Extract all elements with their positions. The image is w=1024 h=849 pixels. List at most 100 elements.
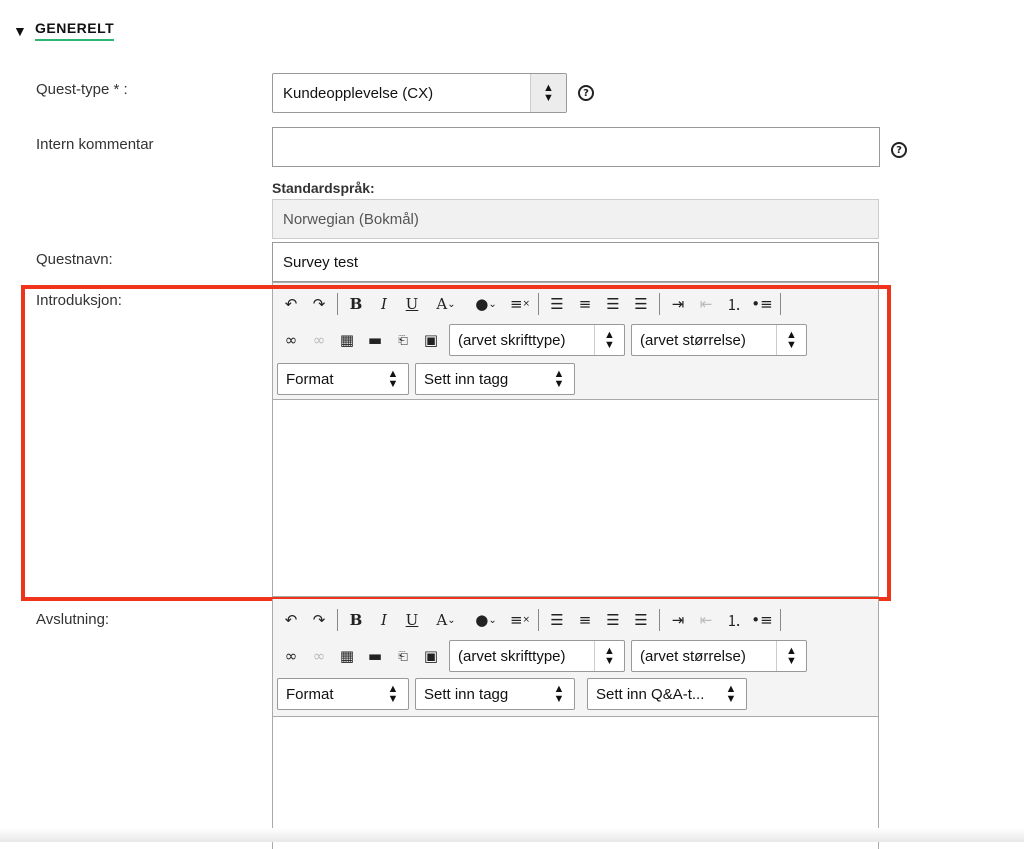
select-arrows-icon: ▲ ▼ [530,74,566,112]
align-left-icon[interactable]: ☰ [543,291,571,317]
select-arrows-icon: ▲ ▼ [776,325,806,355]
toolbar-divider [538,609,539,631]
font-size-value: (arvet størrelse) [640,331,746,349]
toolbar-divider [659,609,660,631]
outdent-icon[interactable]: ⇤ [692,607,720,633]
bullet-list-icon[interactable]: •≡ [748,607,776,633]
numbered-list-icon[interactable]: ⒈ [720,291,748,317]
select-arrows-icon: ▲ ▼ [387,368,399,390]
justify-icon[interactable]: ☰ [627,291,655,317]
numbered-list-icon[interactable]: ⒈ [720,607,748,633]
editor-toolbar-row-1: ↶ ↷ B I U A ⌄ ● ⌄ ≡ × ☰ ≡ ☰ ☰ ⇥ ⇤ ⒈ •≡ [277,605,785,635]
intro-label: Introduksjon: [36,292,122,309]
toolbar-divider [337,609,338,631]
indent-icon[interactable]: ⇥ [664,291,692,317]
clear-format-icon[interactable]: ≡ × [506,291,534,317]
align-left-icon[interactable]: ☰ [543,607,571,633]
help-icon[interactable]: ? [578,85,594,101]
align-right-icon[interactable]: ☰ [599,291,627,317]
unlink-icon[interactable]: ∞ [305,643,333,669]
text-color-icon[interactable]: A ⌄ [426,291,466,317]
link-icon[interactable]: ∞ [277,643,305,669]
editor-toolbar-row-2: ∞ ∞ ▦ ▬ ⎗ ▣ (arvet skrifttype) ▲ ▼ (arvet… [277,639,813,673]
align-center-icon[interactable]: ≡ [571,607,599,633]
table-icon[interactable]: ▦ [333,327,361,353]
undo-icon[interactable]: ↶ [277,291,305,317]
section-header[interactable]: ▼ GENERELT [13,20,115,41]
bg-color-icon[interactable]: ● ⌄ [466,607,506,633]
embed-icon[interactable]: ⎗ [389,643,417,669]
select-arrows-icon: ▲ ▼ [725,683,737,705]
font-family-select[interactable]: (arvet skrifttype) ▲ ▼ [449,640,625,672]
format-select[interactable]: Format ▲ ▼ [277,678,409,710]
bold-icon[interactable]: B [342,607,370,633]
insert-qa-value: Sett inn Q&A-t... [596,685,705,703]
select-arrows-icon: ▲ ▼ [553,368,565,390]
format-value: Format [286,370,334,388]
embed-icon[interactable]: ⎗ [389,327,417,353]
format-select[interactable]: Format ▲ ▼ [277,363,409,395]
bottom-shadow [0,828,1024,842]
intro-editor: ↶ ↷ B I U A ⌄ ● ⌄ ≡ × ☰ ≡ ☰ ☰ ⇥ ⇤ ⒈ •≡ ∞ ∞ … [272,282,879,597]
outdent-icon[interactable]: ⇤ [692,291,720,317]
toolbar-divider [659,293,660,315]
toolbar-divider [538,293,539,315]
image-icon[interactable]: ▣ [417,327,445,353]
redo-icon[interactable]: ↷ [305,607,333,633]
link-icon[interactable]: ∞ [277,327,305,353]
font-family-value: (arvet skrifttype) [458,647,566,665]
quest-type-value: Kundeopplevelse (CX) [283,84,434,102]
section-title[interactable]: GENERELT [35,20,115,41]
select-arrows-icon: ▲ ▼ [594,325,624,355]
clear-format-icon[interactable]: ≡ × [506,607,534,633]
help-icon[interactable]: ? [891,142,907,158]
font-size-select[interactable]: (arvet størrelse) ▲ ▼ [631,324,807,356]
indent-icon[interactable]: ⇥ [664,607,692,633]
italic-icon[interactable]: I [370,607,398,633]
table-icon[interactable]: ▦ [333,643,361,669]
toolbar-divider [780,293,781,315]
font-size-select[interactable]: (arvet størrelse) ▲ ▼ [631,640,807,672]
underline-icon[interactable]: U [398,607,426,633]
select-arrows-icon: ▲ ▼ [387,683,399,705]
internal-comment-input[interactable] [272,127,880,167]
font-family-value: (arvet skrifttype) [458,331,566,349]
bold-icon[interactable]: B [342,291,370,317]
editor-toolbar-row-2: ∞ ∞ ▦ ▬ ⎗ ▣ (arvet skrifttype) ▲ ▼ (arvet… [277,323,813,357]
format-value: Format [286,685,334,703]
insert-qa-select[interactable]: Sett inn Q&A-t... ▲ ▼ [587,678,747,710]
hr-icon[interactable]: ▬ [361,643,389,669]
select-arrows-icon: ▲ ▼ [553,683,565,705]
hr-icon[interactable]: ▬ [361,327,389,353]
undo-icon[interactable]: ↶ [277,607,305,633]
intro-text-area[interactable] [273,399,878,596]
quest-name-input[interactable]: Survey test [272,242,879,282]
collapse-toggle-icon[interactable]: ▼ [13,23,35,39]
redo-icon[interactable]: ↷ [305,291,333,317]
insert-tag-select[interactable]: Sett inn tagg ▲ ▼ [415,363,575,395]
align-center-icon[interactable]: ≡ [571,291,599,317]
bg-color-icon[interactable]: ● ⌄ [466,291,506,317]
font-family-select[interactable]: (arvet skrifttype) ▲ ▼ [449,324,625,356]
underline-icon[interactable]: U [398,291,426,317]
select-arrows-icon: ▲ ▼ [776,641,806,671]
closing-label: Avslutning: [36,611,110,628]
unlink-icon[interactable]: ∞ [305,327,333,353]
text-color-icon[interactable]: A ⌄ [426,607,466,633]
bullet-list-icon[interactable]: •≡ [748,291,776,317]
insert-tag-value: Sett inn tagg [424,685,509,703]
internal-comment-label: Intern kommentar [36,136,154,153]
quest-type-label: Quest-type * : [36,81,128,98]
editor-toolbar-row-1: ↶ ↷ B I U A ⌄ ● ⌄ ≡ × ☰ ≡ ☰ ☰ ⇥ ⇤ ⒈ •≡ [277,289,785,319]
italic-icon[interactable]: I [370,291,398,317]
insert-tag-select[interactable]: Sett inn tagg ▲ ▼ [415,678,575,710]
image-icon[interactable]: ▣ [417,643,445,669]
justify-icon[interactable]: ☰ [627,607,655,633]
quest-name-label: Questnavn: [36,251,113,268]
default-language-value: Norwegian (Bokmål) [272,199,879,239]
align-right-icon[interactable]: ☰ [599,607,627,633]
select-arrows-icon: ▲ ▼ [594,641,624,671]
default-language-label: Standardspråk: [272,180,375,196]
quest-type-select[interactable]: Kundeopplevelse (CX) ▲ ▼ [272,73,567,113]
font-size-value: (arvet størrelse) [640,647,746,665]
